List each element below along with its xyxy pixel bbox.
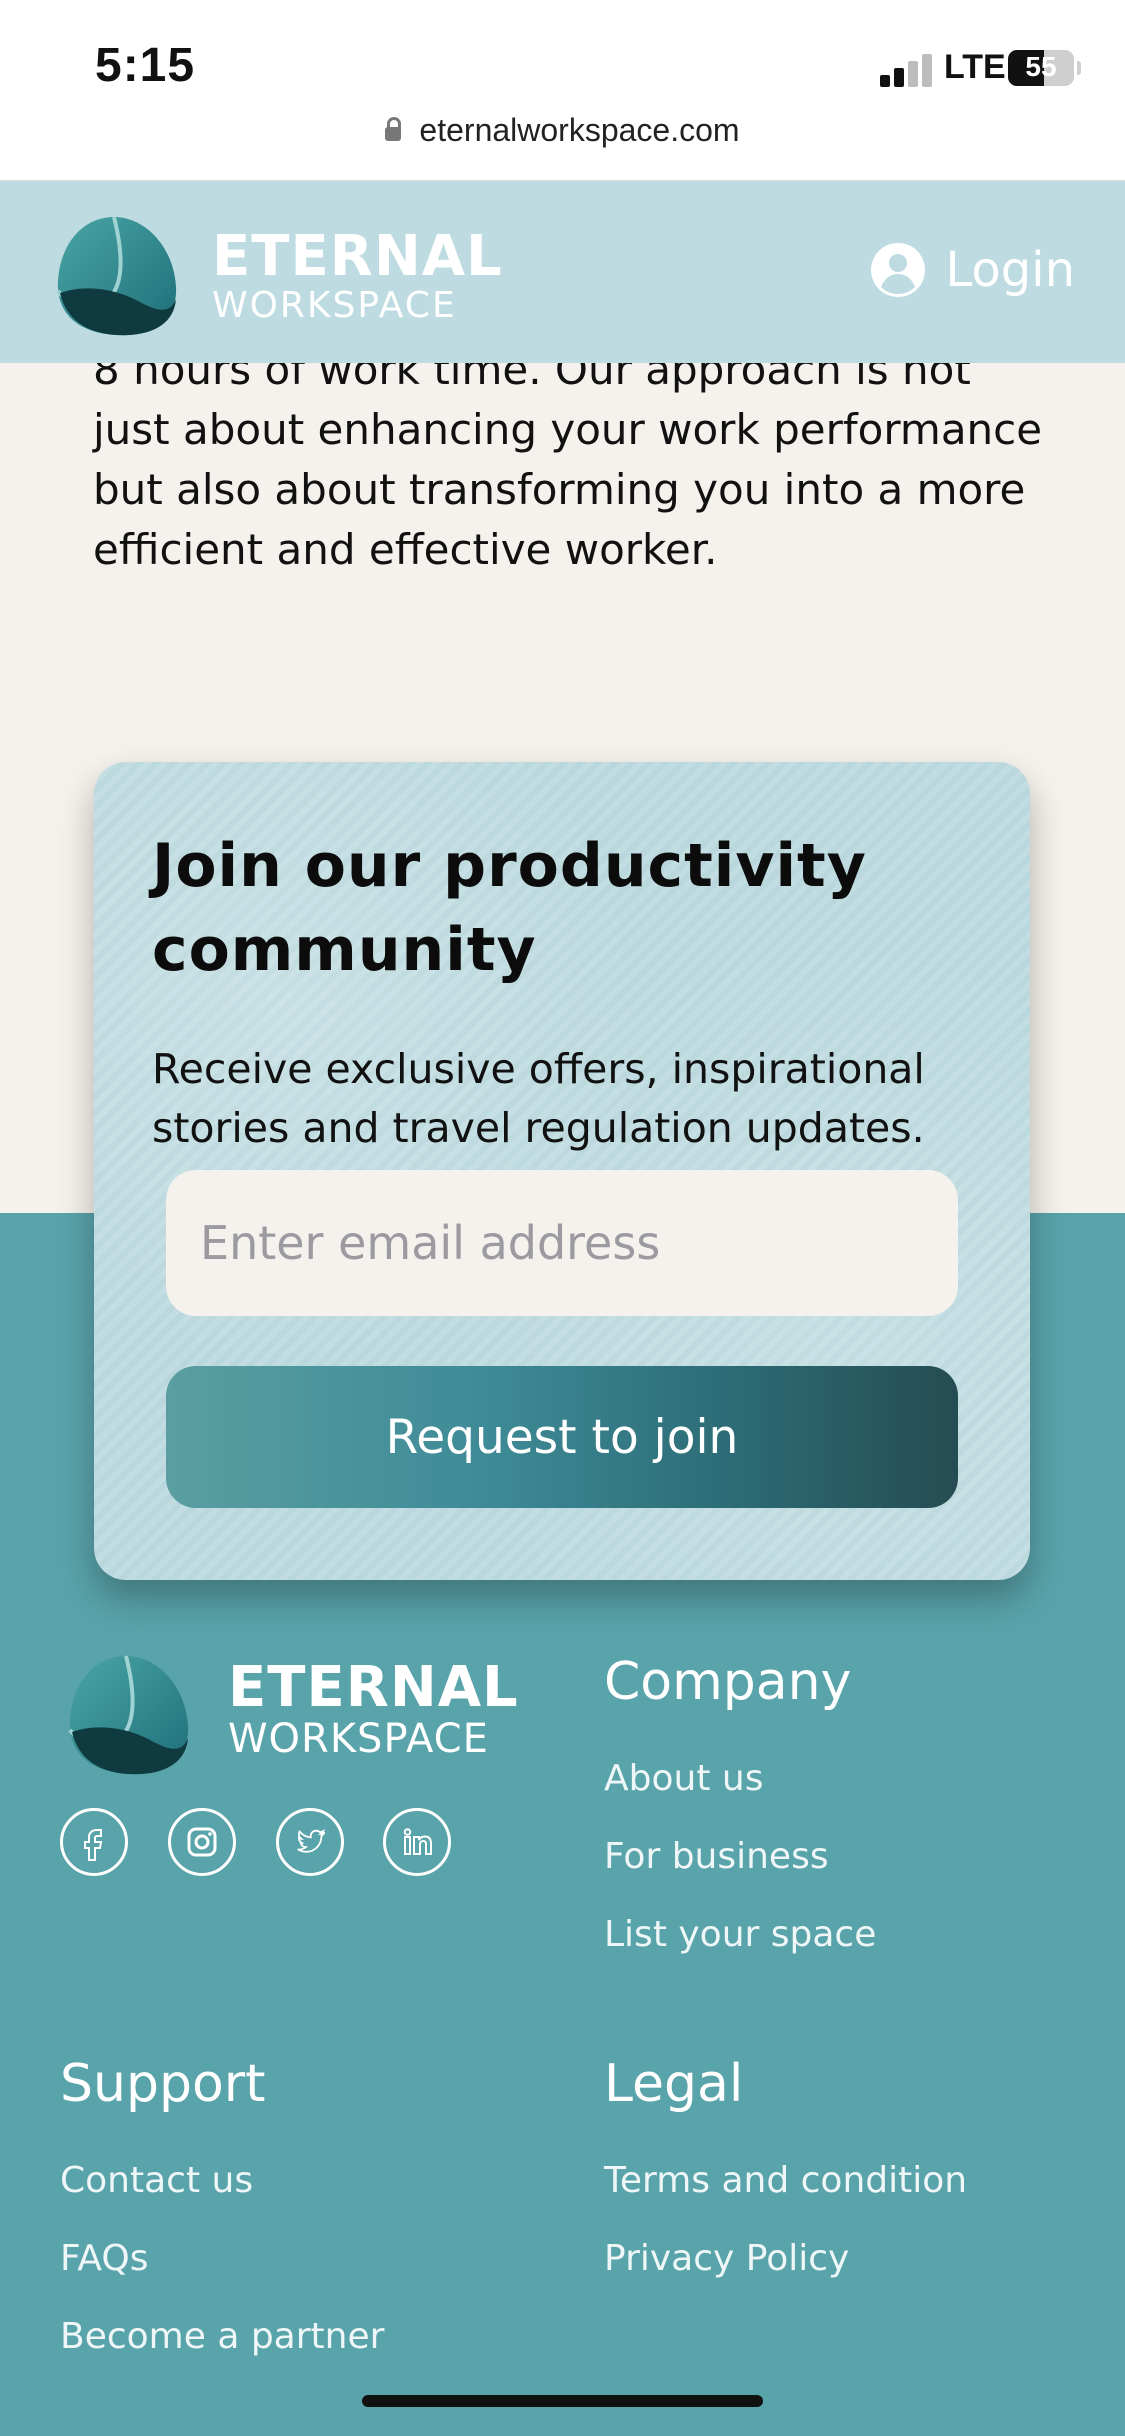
terms-link[interactable]: Terms and condition xyxy=(604,2160,967,2201)
login-label: Login xyxy=(945,242,1076,298)
about-us-link[interactable]: About us xyxy=(604,1758,763,1799)
contact-us-link[interactable]: Contact us xyxy=(60,2160,253,2201)
url-text: eternalworkspace.com xyxy=(419,112,740,148)
request-to-join-button[interactable]: Request to join xyxy=(166,1366,958,1508)
home-indicator[interactable] xyxy=(362,2395,763,2407)
signal-icon xyxy=(880,53,936,87)
signup-card: Join our productivity community Receive … xyxy=(94,762,1030,1580)
user-icon xyxy=(870,243,925,297)
clock: 5:15 xyxy=(95,39,196,92)
twitter-icon[interactable] xyxy=(276,1808,344,1876)
linkedin-icon[interactable] xyxy=(383,1808,451,1876)
email-input[interactable] xyxy=(166,1170,958,1316)
facebook-icon[interactable] xyxy=(60,1808,128,1876)
faqs-link[interactable]: FAQs xyxy=(60,2238,149,2279)
footer-brand-subtitle: WORKSPACE xyxy=(228,1716,489,1762)
for-business-link[interactable]: For business xyxy=(604,1836,829,1877)
battery-icon: 55 xyxy=(1008,50,1074,86)
site-header: ETERNAL WORKSPACE Login xyxy=(0,181,1125,363)
network-label: LTE xyxy=(944,48,1006,86)
battery-tip xyxy=(1077,61,1081,75)
intro-paragraph: 8 hours of work time. Our approach is no… xyxy=(93,345,1043,574)
brand-name: ETERNAL xyxy=(212,224,503,289)
address-bar[interactable]: eternalworkspace.com xyxy=(0,112,1125,149)
support-title: Support xyxy=(60,2054,266,2114)
login-button[interactable]: Login xyxy=(870,235,1076,305)
legal-title: Legal xyxy=(604,2054,744,2114)
footer-logo-icon[interactable] xyxy=(64,1648,194,1778)
signup-description: Receive exclusive offers, inspirational … xyxy=(152,1045,925,1152)
battery-level: 55 xyxy=(1025,51,1057,82)
privacy-policy-link[interactable]: Privacy Policy xyxy=(604,2238,849,2279)
lock-icon xyxy=(385,117,402,141)
signup-title: Join our productivity community xyxy=(152,831,867,985)
footer-brand-name: ETERNAL xyxy=(228,1655,519,1720)
brand-subtitle: WORKSPACE xyxy=(212,285,457,326)
logo-icon[interactable] xyxy=(52,209,182,339)
company-title: Company xyxy=(604,1652,852,1712)
list-your-space-link[interactable]: List your space xyxy=(604,1914,876,1955)
become-a-partner-link[interactable]: Become a partner xyxy=(60,2316,384,2357)
status-bar: 5:15 LTE 55 eternalworkspace.com xyxy=(0,0,1125,181)
instagram-icon[interactable] xyxy=(168,1808,236,1876)
